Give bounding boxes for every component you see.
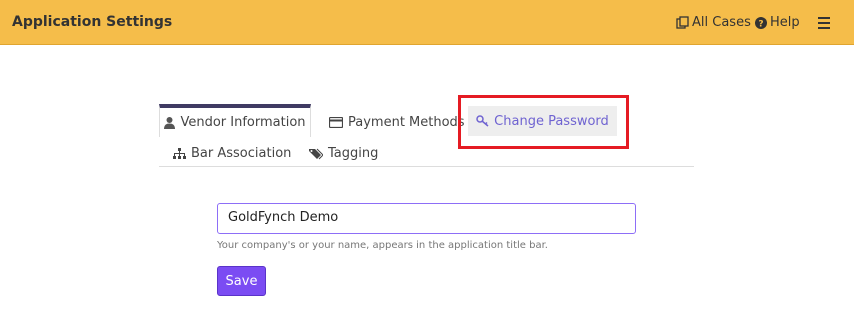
question-circle-icon: ? — [755, 16, 767, 29]
sitemap-icon — [173, 147, 186, 160]
user-icon — [164, 116, 176, 129]
company-name-help-text: Your company's or your name, appears in … — [217, 240, 548, 251]
tab-bar-association[interactable]: Bar Association — [173, 146, 291, 161]
top-bar: Application Settings All Cases ? Help — [0, 0, 854, 45]
highlight-box — [458, 95, 629, 149]
svg-text:?: ? — [758, 19, 763, 29]
tab-label: Payment Methods — [348, 115, 465, 130]
app-title: Application Settings — [12, 14, 173, 30]
help-link[interactable]: ? Help — [755, 15, 800, 30]
tab-label: Bar Association — [191, 146, 292, 161]
save-button[interactable]: Save — [217, 266, 266, 296]
help-label: Help — [770, 15, 800, 30]
tags-icon — [309, 148, 323, 160]
all-cases-link[interactable]: All Cases — [676, 15, 751, 30]
tab-payment-methods[interactable]: Payment Methods — [329, 115, 465, 130]
tab-tagging[interactable]: Tagging — [309, 146, 378, 161]
tab-label: Vendor Information — [180, 115, 306, 130]
credit-card-icon — [329, 117, 343, 128]
hamburger-menu-icon[interactable] — [818, 17, 830, 32]
tab-vendor-information[interactable]: Vendor Information — [159, 104, 311, 137]
company-name-input[interactable]: GoldFynch Demo — [217, 203, 636, 234]
all-cases-label: All Cases — [692, 15, 751, 30]
copy-icon — [676, 16, 689, 29]
tab-label: Tagging — [328, 146, 379, 161]
